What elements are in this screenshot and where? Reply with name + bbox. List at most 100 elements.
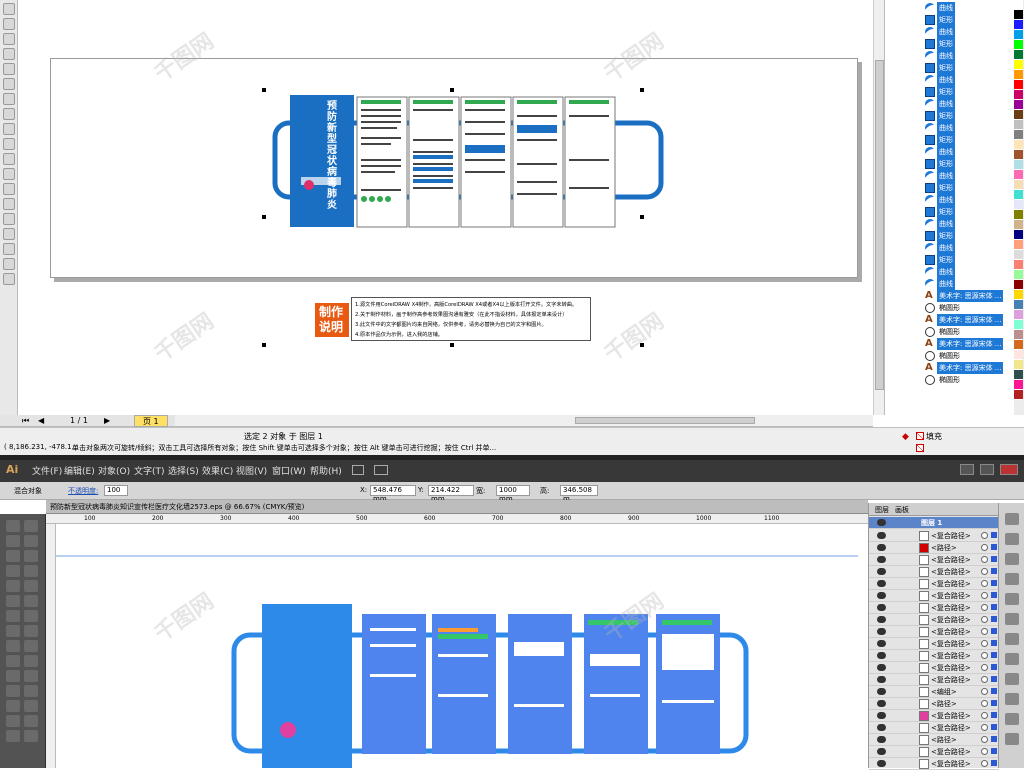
target-icon[interactable] <box>981 700 988 707</box>
object-row[interactable]: 矩形 <box>885 134 1015 146</box>
object-row[interactable]: 椭圆形 <box>885 350 1015 362</box>
selection-indicator[interactable] <box>991 604 997 610</box>
layer-item-row[interactable]: <复合路径> <box>869 602 999 614</box>
x-input[interactable]: 548.476 mm <box>370 485 416 503</box>
menu-help[interactable]: 帮助(H) <box>310 464 342 477</box>
close-icon[interactable] <box>1000 464 1018 475</box>
color-swatch[interactable] <box>1014 350 1023 360</box>
ai-tool-button[interactable] <box>24 640 38 652</box>
color-swatch[interactable] <box>1014 150 1023 160</box>
ai-tool-button[interactable] <box>6 715 20 727</box>
color-swatch[interactable] <box>1014 130 1023 140</box>
selection-handle[interactable] <box>262 215 266 219</box>
object-row[interactable]: 曲线 <box>885 25 1015 39</box>
color-swatch[interactable] <box>1014 120 1023 130</box>
target-icon[interactable] <box>981 724 988 731</box>
color-swatch[interactable] <box>1014 90 1023 100</box>
layer-item-row[interactable]: <复合路径> <box>869 710 999 722</box>
tab-artboards[interactable]: 画板 <box>895 505 909 515</box>
target-icon[interactable] <box>981 748 988 755</box>
color-swatch[interactable] <box>1014 20 1023 30</box>
selection-indicator[interactable] <box>991 544 997 550</box>
panel-icon[interactable] <box>1005 633 1019 645</box>
selection-indicator[interactable] <box>991 640 997 646</box>
layer-item-row[interactable]: <复合路径> <box>869 554 999 566</box>
object-row[interactable]: 矩形 <box>885 14 1015 26</box>
ai-tool-button[interactable] <box>24 550 38 562</box>
table-tool-icon[interactable] <box>3 168 15 180</box>
ai-tool-button[interactable] <box>24 610 38 622</box>
object-row[interactable]: 曲线 <box>885 121 1015 135</box>
target-icon[interactable] <box>981 616 988 623</box>
visibility-icon[interactable] <box>877 556 886 563</box>
object-row[interactable]: 椭圆形 <box>885 374 1015 386</box>
selection-indicator[interactable] <box>991 568 997 574</box>
ai-tool-button[interactable] <box>6 550 20 562</box>
target-icon[interactable] <box>981 664 988 671</box>
layer-item-row[interactable]: <路径> <box>869 698 999 710</box>
object-row[interactable]: 曲线 <box>885 1 1015 15</box>
visibility-icon[interactable] <box>877 544 886 551</box>
visibility-icon[interactable] <box>877 532 886 539</box>
selection-indicator[interactable] <box>991 688 997 694</box>
menu-view[interactable]: 视图(V) <box>236 464 267 477</box>
tab-page-1[interactable]: 页 1 <box>134 415 168 427</box>
selection-handle[interactable] <box>640 88 644 92</box>
visibility-icon[interactable] <box>877 712 886 719</box>
ai-tool-button[interactable] <box>6 580 20 592</box>
color-swatch[interactable] <box>1014 160 1023 170</box>
visibility-icon[interactable] <box>877 664 886 671</box>
target-icon[interactable] <box>981 532 988 539</box>
color-swatch[interactable] <box>1014 30 1023 40</box>
selection-indicator[interactable] <box>991 724 997 730</box>
layer-item-row[interactable]: <复合路径> <box>869 566 999 578</box>
selection-handle[interactable] <box>262 343 266 347</box>
panel-icon[interactable] <box>1005 693 1019 705</box>
target-icon[interactable] <box>981 580 988 587</box>
selection-handle[interactable] <box>450 88 454 92</box>
selection-indicator[interactable] <box>991 628 997 634</box>
object-row[interactable]: 矩形 <box>885 182 1015 194</box>
color-swatch[interactable] <box>1014 310 1023 320</box>
crop-tool-icon[interactable] <box>3 33 15 45</box>
color-swatch[interactable] <box>1014 290 1023 300</box>
visibility-icon[interactable] <box>877 519 886 526</box>
first-page-icon[interactable]: ⏮ <box>22 416 29 426</box>
color-swatch[interactable] <box>1014 100 1023 110</box>
ai-tool-button[interactable] <box>6 700 20 712</box>
visibility-icon[interactable] <box>877 616 886 623</box>
layer-item-row[interactable]: <复合路径> <box>869 722 999 734</box>
color-swatch[interactable] <box>1014 370 1023 380</box>
selection-indicator[interactable] <box>991 652 997 658</box>
selection-handle[interactable] <box>450 343 454 347</box>
dimension-tool-icon[interactable] <box>3 183 15 195</box>
target-icon[interactable] <box>981 544 988 551</box>
layer-item-row[interactable]: <复合路径> <box>869 662 999 674</box>
ai-tool-button[interactable] <box>6 595 20 607</box>
rectangle-tool-icon[interactable] <box>3 93 15 105</box>
color-swatch[interactable] <box>1014 250 1023 260</box>
selection-indicator[interactable] <box>991 664 997 670</box>
ai-tool-button[interactable] <box>6 565 20 577</box>
panel-icon[interactable] <box>1005 593 1019 605</box>
object-row[interactable]: 曲线 <box>885 217 1015 231</box>
panel-icon[interactable] <box>1005 653 1019 665</box>
selection-indicator[interactable] <box>991 700 997 706</box>
panel-icon[interactable] <box>1005 733 1019 745</box>
menu-file[interactable]: 文件(F) <box>32 464 62 477</box>
target-icon[interactable] <box>981 604 988 611</box>
ai-tool-button[interactable] <box>6 670 20 682</box>
selection-handle[interactable] <box>640 343 644 347</box>
basic-shapes-icon[interactable] <box>3 138 15 150</box>
color-swatch[interactable] <box>1014 60 1023 70</box>
selection-indicator[interactable] <box>991 712 997 718</box>
ai-tool-button[interactable] <box>24 730 38 742</box>
ai-tool-button[interactable] <box>24 670 38 682</box>
object-row[interactable]: 椭圆形 <box>885 302 1015 314</box>
minimize-icon[interactable] <box>960 464 974 475</box>
object-row[interactable]: 矩形 <box>885 254 1015 266</box>
visibility-icon[interactable] <box>877 592 886 599</box>
color-swatch[interactable] <box>1014 240 1023 250</box>
ai-tool-button[interactable] <box>24 565 38 577</box>
target-icon[interactable] <box>981 676 988 683</box>
